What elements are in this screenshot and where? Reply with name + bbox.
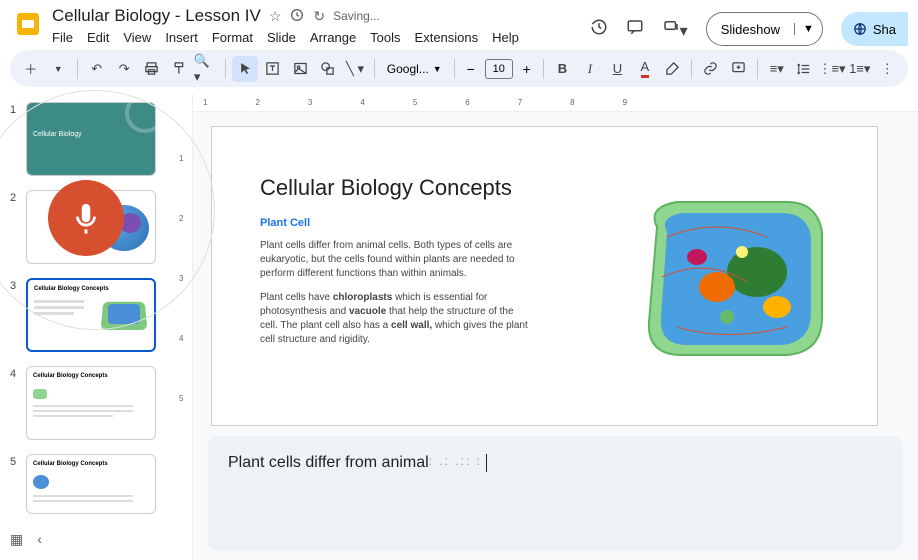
slide-paragraph-2[interactable]: Plant cells have chloroplasts which is e… [260,291,530,347]
share-button[interactable]: Sha [841,12,908,46]
menu-view[interactable]: View [123,30,151,45]
thumb-title: Cellular Biology Concepts [33,373,149,379]
highlight-button[interactable] [660,56,685,82]
select-tool[interactable] [232,56,257,82]
menu-extensions[interactable]: Extensions [415,30,479,45]
link-button[interactable] [698,56,723,82]
add-comment-button[interactable] [726,56,751,82]
text-color-button[interactable]: A [632,56,657,82]
slideshow-label: Slideshow [707,22,794,37]
filmstrip[interactable]: 1 Cellular Biology 2 3 Cellular Biology … [0,94,175,560]
paint-format-button[interactable] [166,56,191,82]
font-picker[interactable]: Googl... ▼ [381,62,448,76]
font-size-increase[interactable]: + [517,59,537,79]
thumb-title: Cellular Biology [33,131,149,138]
menu-edit[interactable]: Edit [87,30,109,45]
zoom-button[interactable]: 🔍 ▾ [194,56,219,82]
line-tool[interactable]: ╲ ▾ [342,56,367,82]
slideshow-button[interactable]: Slideshow ▼ [706,12,823,46]
slide-paragraph-1[interactable]: Plant cells differ from animal cells. Bo… [260,239,530,281]
more-button[interactable]: ⋮ [875,56,900,82]
app-header: Cellular Biology - Lesson IV ☆ ↻ Saving.… [0,0,918,48]
font-size-decrease[interactable]: − [461,59,481,79]
menu-insert[interactable]: Insert [165,30,198,45]
print-button[interactable] [139,56,164,82]
bottom-controls: ▦ ‹ [10,531,42,548]
speaker-pending: : .: .:: : [429,454,482,468]
header-right: ▾ Slideshow ▼ Sha [590,6,908,46]
thumb-number: 4 [10,366,20,380]
number-list-button[interactable]: 1≡▾ [847,56,872,82]
thumb-number: 3 [10,278,20,292]
speaker-notes[interactable]: Plant cells differ from animal : .: .:: … [208,436,902,550]
textbox-tool[interactable] [260,56,285,82]
thumb-number: 1 [10,102,20,116]
menu-format[interactable]: Format [212,30,253,45]
thumb-title: Cellular Biology Concepts [33,461,149,467]
slides-logo [10,6,46,42]
menu-slide[interactable]: Slide [267,30,296,45]
text-cursor [486,454,487,472]
voice-input-mic[interactable] [48,180,124,256]
shape-tool[interactable] [315,56,340,82]
menubar: File Edit View Insert Format Slide Arran… [52,26,590,45]
menu-help[interactable]: Help [492,30,519,45]
font-size-control: − 10 + [461,59,537,79]
vertical-ruler: 1 2 3 4 5 [175,94,193,560]
line-spacing-button[interactable] [792,56,817,82]
bullet-list-button[interactable]: ⋮≡▾ [819,56,845,82]
slide-thumb-5[interactable]: Cellular Biology Concepts [26,454,156,514]
plant-cell-image[interactable] [627,187,837,367]
slide-thumb-4[interactable]: Cellular Biology Concepts [26,366,156,440]
slide-thumb-1[interactable]: Cellular Biology [26,102,156,176]
new-slide-dropdown[interactable]: ▼ [45,56,70,82]
saving-status: Saving... [333,9,380,23]
toolbar: ＋ ▼ ↶ ↷ 🔍 ▾ ╲ ▾ Googl... ▼ − 10 + B I U … [10,50,908,88]
undo-button[interactable]: ↶ [84,56,109,82]
history-icon[interactable] [590,18,608,41]
slide-thumb-3[interactable]: Cellular Biology Concepts [26,278,156,352]
italic-button[interactable]: I [577,56,602,82]
redo-button[interactable]: ↷ [111,56,136,82]
comment-icon[interactable] [626,18,644,41]
thumb-number: 5 [10,454,20,468]
font-size-value[interactable]: 10 [485,59,513,79]
present-icon[interactable]: ▾ [662,18,688,41]
slideshow-dropdown[interactable]: ▼ [794,23,822,35]
speaker-text: Plant cells differ from animal [228,454,429,472]
underline-button[interactable]: U [605,56,630,82]
thumb-number: 2 [10,190,20,204]
new-slide-button[interactable]: ＋ [18,56,43,82]
menu-tools[interactable]: Tools [370,30,400,45]
menu-file[interactable]: File [52,30,73,45]
refresh-icon[interactable]: ↻ [313,8,325,25]
move-icon[interactable] [289,7,305,26]
document-title[interactable]: Cellular Biology - Lesson IV [52,6,261,26]
grid-view-icon[interactable]: ▦ [10,531,23,548]
thumb-title: Cellular Biology Concepts [34,286,148,292]
collapse-icon[interactable]: ‹ [37,531,42,548]
title-area: Cellular Biology - Lesson IV ☆ ↻ Saving.… [46,6,590,45]
align-button[interactable]: ≡▾ [764,56,789,82]
slide-canvas[interactable]: Cellular Biology Concepts Plant Cell Pla… [211,126,878,426]
image-tool[interactable] [287,56,312,82]
share-label: Sha [873,22,896,37]
horizontal-ruler: 123456789 [193,94,918,112]
menu-arrange[interactable]: Arrange [310,30,356,45]
star-icon[interactable]: ☆ [269,8,282,25]
bold-button[interactable]: B [550,56,575,82]
